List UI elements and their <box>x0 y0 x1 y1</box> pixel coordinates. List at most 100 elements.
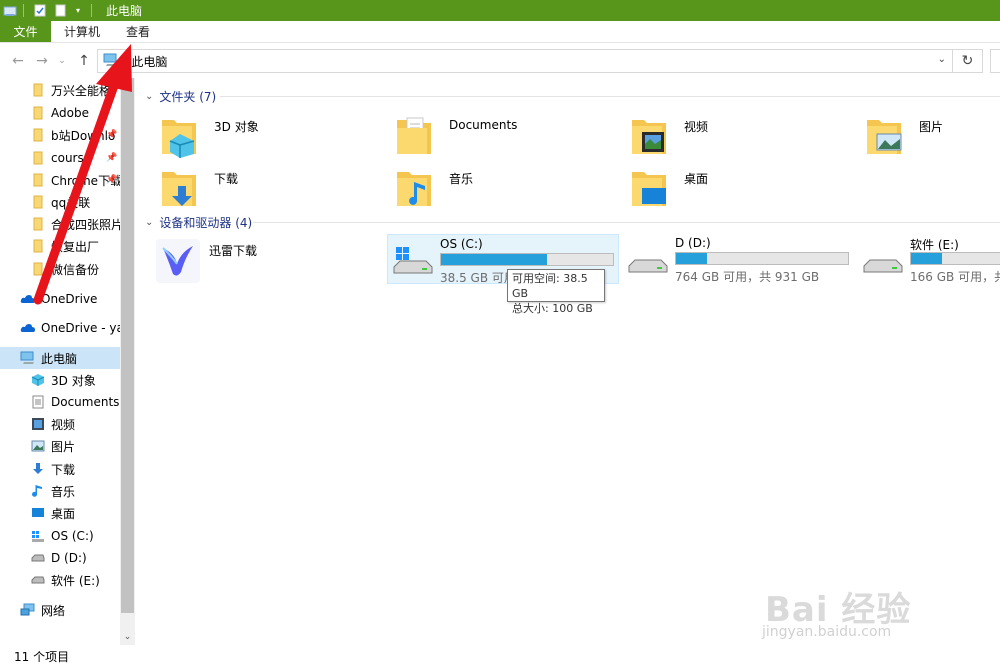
documents-icon <box>395 114 443 162</box>
scrollbar-thumb[interactable] <box>121 78 134 613</box>
nav-item-pc-2[interactable]: 视频 <box>30 413 75 435</box>
nav-item-pc-1[interactable]: Documents <box>30 391 119 413</box>
nav-item-onedrive[interactable]: OneDrive <box>20 288 97 310</box>
nav-item-label: D (D:) <box>51 551 87 565</box>
nav-item-quick-0[interactable]: 万兴全能格 <box>30 79 111 101</box>
tab-view[interactable]: 查看 <box>113 21 163 42</box>
nav-item-label: 恢复出厂 <box>51 239 100 254</box>
music-icon <box>30 483 46 499</box>
folder-tile-music[interactable]: 音乐 <box>395 166 595 216</box>
nav-item-quick-6[interactable]: 合成四张照片 <box>30 213 123 235</box>
folder-label: 下载 <box>214 172 239 186</box>
documents-icon <box>30 394 46 410</box>
nav-item-pc-6[interactable]: 桌面 <box>30 502 75 524</box>
desktop-icon <box>30 505 46 521</box>
status-bar: 11 个项目 <box>0 645 1000 667</box>
downloads-icon <box>30 461 46 477</box>
group-divider <box>253 222 1000 223</box>
item-count: 11 个项目 <box>14 649 70 664</box>
collapse-chevron-icon[interactable]: ⌄ <box>145 217 153 228</box>
drive-tile-d[interactable]: D (D:) 764 GB 可用，共 931 GB <box>623 234 855 284</box>
baidu-watermark-url: jingyan.baidu.com <box>762 624 892 640</box>
search-box[interactable] <box>990 49 1000 73</box>
refresh-button[interactable]: ↻ <box>953 49 983 73</box>
customize-toolbar-icon[interactable]: ▾ <box>71 4 85 18</box>
drive-icon <box>30 572 46 588</box>
explorer-app-icon[interactable] <box>3 4 17 18</box>
drive-icon <box>30 550 46 566</box>
drive-name: D (D:) <box>675 236 711 250</box>
new-folder-icon[interactable] <box>53 4 67 18</box>
properties-icon[interactable] <box>33 4 47 18</box>
navigation-scrollbar[interactable]: ⌄ <box>120 78 135 645</box>
up-button[interactable]: ↑ <box>73 50 95 72</box>
folder-tile-pictures[interactable]: 图片 <box>865 114 1000 164</box>
os-drive-icon <box>392 245 434 277</box>
drive-usage-fill <box>441 254 547 265</box>
folder-icon <box>30 105 46 121</box>
nav-item-pc-5[interactable]: 音乐 <box>30 480 75 502</box>
folder-tile-videos[interactable]: 视频 <box>630 114 830 164</box>
drive-usage-fill <box>676 253 707 264</box>
address-dropdown-icon[interactable]: ⌄ <box>938 54 946 65</box>
file-explorer-window: ▾ 此电脑 文件 计算机 查看 ← → ⌄ ↑ › 此电脑 ⌄ ↻ 万兴全能格 <box>0 0 1000 667</box>
folder-icon <box>30 127 46 143</box>
nav-item-pc-7[interactable]: OS (C:) <box>30 525 94 547</box>
nav-item-network[interactable]: 网络 <box>20 599 65 621</box>
device-tile-xunlei[interactable]: 迅雷下载 <box>155 238 355 288</box>
drive-usage-bar <box>440 253 614 266</box>
nav-item-label: 图片 <box>51 439 76 454</box>
breadcrumb-this-pc[interactable]: 此电脑 <box>131 53 167 70</box>
nav-item-pc-9[interactable]: 软件 (E:) <box>30 569 100 591</box>
nav-item-quick-5[interactable]: qq关联 <box>30 191 90 213</box>
nav-item-this-pc[interactable]: 此电脑 <box>0 347 120 369</box>
devices-group-header[interactable]: ⌄ 设备和驱动器 (4) <box>145 212 252 232</box>
ribbon-tabs: 文件 计算机 查看 <box>0 21 1000 43</box>
tab-file[interactable]: 文件 <box>0 21 51 42</box>
folder-icon <box>30 216 46 232</box>
nav-item-label: course <box>51 151 92 165</box>
drive-usage-bar <box>675 252 849 265</box>
folder-tile-desktop[interactable]: 桌面 <box>630 166 830 216</box>
folders-group-header[interactable]: ⌄ 文件夹 (7) <box>145 86 216 106</box>
up-arrow-icon: ↑ <box>78 53 90 69</box>
nav-item-label: 软件 (E:) <box>51 573 100 588</box>
content-pane: ⌄ 文件夹 (7) 3D 对象 Documents 视频 图片 下载 音乐 桌面… <box>135 78 1000 645</box>
nav-item-pc-4[interactable]: 下载 <box>30 458 75 480</box>
folder-label: 图片 <box>919 120 944 134</box>
back-button[interactable]: ← <box>7 50 29 72</box>
forward-arrow-icon: → <box>36 53 48 69</box>
address-bar[interactable]: › 此电脑 ⌄ <box>97 49 953 73</box>
recent-locations-button[interactable]: ⌄ <box>51 50 73 72</box>
nav-item-pc-0[interactable]: 3D 对象 <box>30 369 96 391</box>
nav-item-quick-7[interactable]: 恢复出厂 <box>30 235 99 257</box>
nav-item-pc-8[interactable]: D (D:) <box>30 547 87 569</box>
nav-item-onedrive-yan[interactable]: OneDrive - yan <box>20 317 131 339</box>
folder-tile-3d[interactable]: 3D 对象 <box>160 114 360 164</box>
breadcrumb-chevron-icon[interactable]: › <box>123 55 127 68</box>
pin-icon: 📌 <box>106 175 118 185</box>
drive-tile-e[interactable]: 软件 (E:) 166 GB 可用，共 <box>858 234 1000 284</box>
collapse-chevron-icon[interactable]: ⌄ <box>145 91 153 102</box>
folder-icon <box>30 194 46 210</box>
nav-item-label: 合成四张照片 <box>51 217 124 232</box>
3d-objects-icon <box>160 114 208 162</box>
forward-button[interactable]: → <box>31 50 53 72</box>
separator <box>23 4 24 17</box>
group-divider <box>220 96 1000 97</box>
folder-label: 桌面 <box>684 172 709 186</box>
scroll-down-icon[interactable]: ⌄ <box>120 629 135 644</box>
drive-tooltip: 可用空间: 38.5 GB 总大小: 100 GB <box>507 269 605 315</box>
nav-item-pc-3[interactable]: 图片 <box>30 435 75 457</box>
nav-item-quick-8[interactable]: 微信备份 <box>30 258 99 280</box>
folder-tile-documents[interactable]: Documents <box>395 114 595 164</box>
nav-item-quick-1[interactable]: Adobe <box>30 102 89 124</box>
tab-computer[interactable]: 计算机 <box>51 21 113 42</box>
downloads-icon <box>160 166 208 214</box>
nav-item-label: 视频 <box>51 417 76 432</box>
nav-item-quick-2[interactable]: b站Downlo <box>30 124 115 146</box>
back-arrow-icon: ← <box>12 53 24 69</box>
folder-tile-downloads[interactable]: 下载 <box>160 166 360 216</box>
drive-usage-fill <box>911 253 942 264</box>
nav-item-quick-3[interactable]: course <box>30 147 91 169</box>
